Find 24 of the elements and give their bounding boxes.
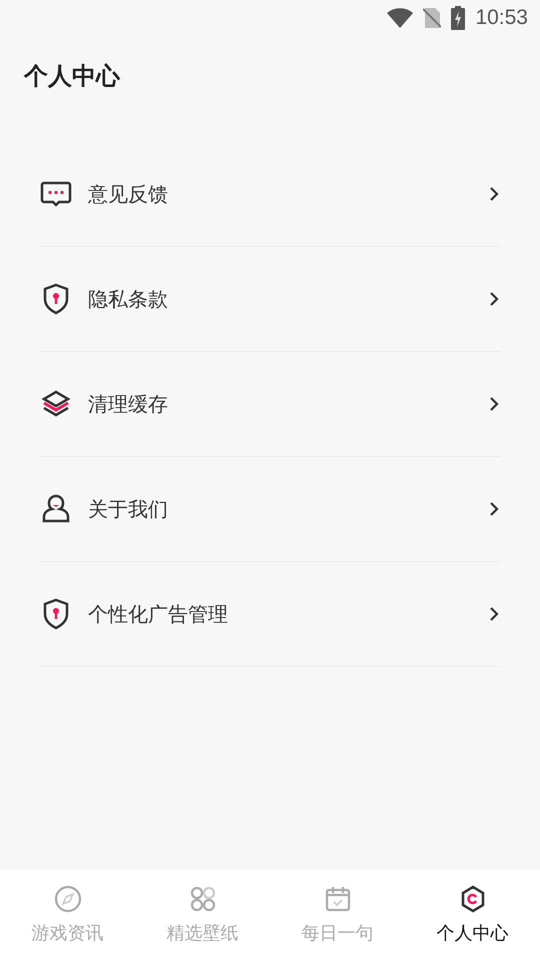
calendar-icon [324, 885, 352, 913]
status-time: 10:53 [475, 6, 528, 30]
layers-icon [41, 390, 71, 418]
chevron-right-icon [488, 185, 500, 203]
wifi-icon [387, 8, 414, 28]
chevron-right-icon [488, 500, 500, 518]
menu-item[interactable]: 个性化广告管理 [40, 562, 500, 667]
chevron-right-icon [488, 290, 500, 308]
shield-lock-icon [42, 598, 70, 630]
chat-bubble-icon [40, 180, 72, 208]
person-icon [42, 494, 70, 524]
menu-item[interactable]: 关于我们 [40, 457, 500, 562]
compass-icon [54, 885, 82, 913]
battery-charging-icon [451, 6, 466, 30]
chevron-right-icon [488, 605, 500, 623]
no-sim-icon [423, 7, 442, 29]
nav-tab[interactable]: 个人中心 [405, 870, 540, 960]
chevron-right-icon [488, 395, 500, 413]
page-title: 个人中心 [24, 61, 122, 92]
menu-item[interactable]: 意见反馈 [40, 142, 500, 247]
menu-item[interactable]: 清理缓存 [40, 352, 500, 457]
shield-lock-icon [42, 283, 70, 315]
menu-item[interactable]: 隐私条款 [40, 247, 500, 352]
clover-icon [188, 885, 216, 913]
